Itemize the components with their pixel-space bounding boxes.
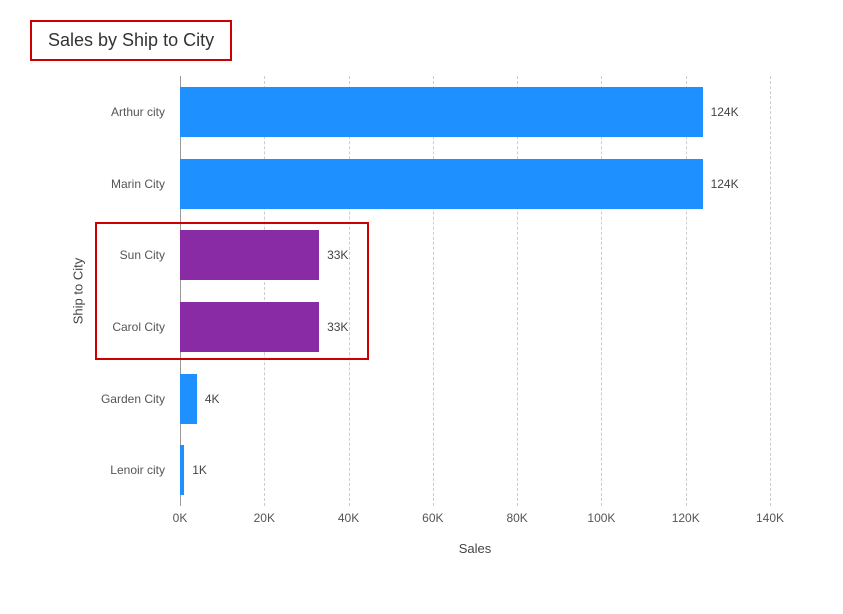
- x-tick-label: 0K: [173, 511, 188, 525]
- bar[interactable]: 33K: [180, 230, 319, 280]
- y-tick-label: Arthur city: [111, 105, 165, 119]
- y-axis-labels: Arthur city Marin City Sun City Carol City G…: [30, 76, 175, 506]
- y-tick-label: Lenoir city: [110, 463, 165, 477]
- x-axis-title: Sales: [180, 541, 770, 556]
- bar[interactable]: 1K: [180, 445, 184, 495]
- x-tick-label: 60K: [422, 511, 443, 525]
- bar-value-label: 124K: [711, 105, 739, 119]
- bar-value-label: 1K: [192, 463, 207, 477]
- x-tick-label: 80K: [506, 511, 527, 525]
- plot-area: 124K 124K 33K 33K 4K 1K: [180, 76, 770, 506]
- x-tick-label: 100K: [587, 511, 615, 525]
- x-tick-label: 20K: [254, 511, 275, 525]
- y-tick-label: Carol City: [112, 320, 165, 334]
- bar-value-label: 33K: [327, 248, 348, 262]
- bars-container: 124K 124K 33K 33K 4K 1K: [180, 76, 770, 506]
- x-tick-label: 120K: [672, 511, 700, 525]
- x-tick-label: 40K: [338, 511, 359, 525]
- chart-title-highlight-box: Sales by Ship to City: [30, 20, 232, 61]
- gridline: [770, 76, 771, 506]
- bar[interactable]: 124K: [180, 87, 703, 137]
- x-axis-labels: 0K20K40K60K80K100K120K140K: [180, 511, 770, 531]
- bar[interactable]: 33K: [180, 302, 319, 352]
- y-tick-label: Sun City: [120, 248, 165, 262]
- chart-title: Sales by Ship to City: [48, 30, 214, 51]
- bar[interactable]: 124K: [180, 159, 703, 209]
- y-tick-label: Marin City: [111, 177, 165, 191]
- chart-area: Ship to City Arthur cityMarin CitySun Ci…: [30, 76, 810, 566]
- bar-value-label: 124K: [711, 177, 739, 191]
- x-tick-label: 140K: [756, 511, 784, 525]
- y-tick-label: Garden City: [101, 392, 165, 406]
- bar-value-label: 33K: [327, 320, 348, 334]
- bar-value-label: 4K: [205, 392, 220, 406]
- bar[interactable]: 4K: [180, 374, 197, 424]
